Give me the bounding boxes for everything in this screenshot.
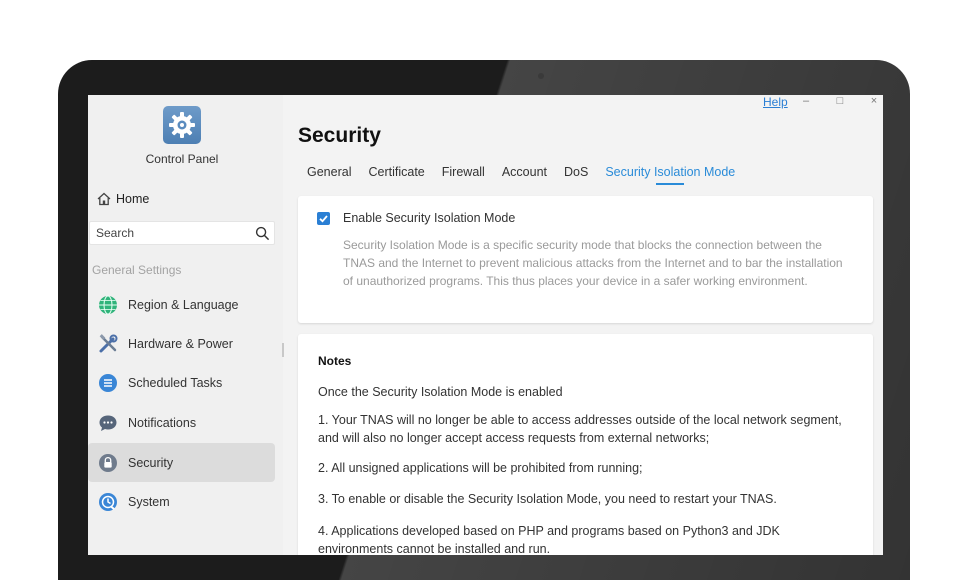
sidebar-scrollbar[interactable] xyxy=(282,343,284,357)
sidebar-item-label: Hardware & Power xyxy=(128,336,233,351)
search-input[interactable] xyxy=(90,222,246,244)
enable-isolation-checkbox[interactable] xyxy=(317,212,330,225)
notes-intro: Once the Security Isolation Mode is enab… xyxy=(318,385,563,399)
enable-isolation-label[interactable]: Enable Security Isolation Mode xyxy=(343,211,515,225)
chat-bubble-icon xyxy=(99,415,117,431)
note-item: 2. All unsigned applications will be pro… xyxy=(318,461,643,475)
webcam xyxy=(538,73,544,79)
tab-general[interactable]: General xyxy=(307,165,351,185)
sidebar-item-hardware-power[interactable]: Hardware & Power xyxy=(88,324,275,363)
note-item: 4. Applications developed based on PHP a… xyxy=(318,524,780,555)
sidebar-item-scheduled-tasks[interactable]: Scheduled Tasks xyxy=(88,363,275,402)
minimize-button[interactable]: – xyxy=(799,95,813,107)
sidebar-item-label: Notifications xyxy=(128,415,197,430)
sidebar: Control Panel Home General Settings xyxy=(88,95,284,555)
page-title: Security xyxy=(298,124,381,147)
sidebar-item-label: Scheduled Tasks xyxy=(128,375,223,390)
sidebar-item-security[interactable]: Security xyxy=(88,443,275,482)
gear-icon xyxy=(163,106,201,144)
sidebar-item-label: Security xyxy=(128,455,174,470)
system-clock-icon xyxy=(99,492,117,511)
sidebar-item-system[interactable]: System xyxy=(88,482,275,521)
sidebar-item-region-language[interactable]: Region & Language xyxy=(88,285,275,324)
note-item: 3. To enable or disable the Security Iso… xyxy=(318,492,777,506)
lock-icon xyxy=(99,453,117,472)
tab-bar: General Certificate Firewall Account DoS… xyxy=(307,165,752,185)
maximize-button[interactable]: □ xyxy=(833,95,847,107)
isolation-description: Security Isolation Mode is a specific se… xyxy=(343,238,843,288)
close-button[interactable]: × xyxy=(867,95,881,107)
tools-icon xyxy=(99,333,118,352)
home-icon xyxy=(97,192,111,206)
notes-card: Notes Once the Security Isolation Mode i… xyxy=(298,334,873,555)
tab-security-isolation-mode[interactable]: Security Isolation Mode xyxy=(605,165,735,185)
help-link[interactable]: Help xyxy=(763,95,788,109)
search-box[interactable] xyxy=(89,221,275,245)
isolation-mode-card: Enable Security Isolation Mode Security … xyxy=(298,196,873,323)
section-label-general-settings: General Settings xyxy=(92,263,182,277)
note-item: 1. Your TNAS will no longer be able to a… xyxy=(318,413,842,445)
tab-certificate[interactable]: Certificate xyxy=(368,165,424,185)
checkmark-icon xyxy=(319,215,328,223)
notes-title: Notes xyxy=(318,354,352,368)
home-link[interactable]: Home xyxy=(96,191,149,207)
control-panel-window: Control Panel Home General Settings xyxy=(88,95,883,555)
globe-icon xyxy=(99,295,117,314)
tab-account[interactable]: Account xyxy=(502,165,547,185)
sidebar-item-notifications[interactable]: Notifications xyxy=(88,403,275,442)
tab-dos[interactable]: DoS xyxy=(564,165,588,185)
scheduled-tasks-icon xyxy=(99,373,117,392)
sidebar-item-label: System xyxy=(128,494,170,509)
search-icon[interactable] xyxy=(255,226,270,241)
sidebar-item-label: Region & Language xyxy=(128,297,239,312)
app-title: Control Panel xyxy=(145,152,219,166)
tab-firewall[interactable]: Firewall xyxy=(442,165,485,185)
home-label: Home xyxy=(116,192,150,206)
